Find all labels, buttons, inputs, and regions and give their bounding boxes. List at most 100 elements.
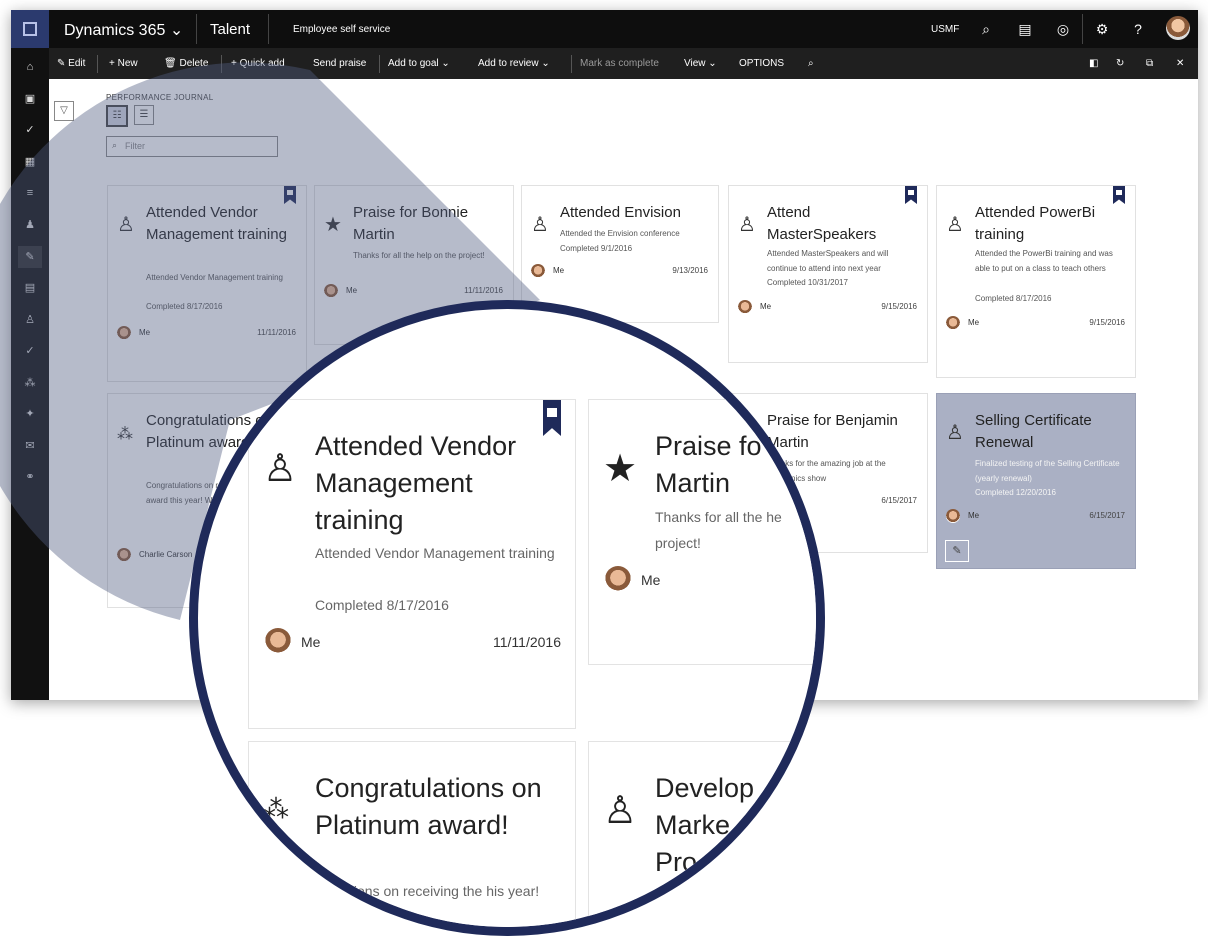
message-icon[interactable]: ▤ <box>1016 20 1034 38</box>
card-description: Thanks for all the help on the project! <box>353 251 485 260</box>
user-avatar[interactable] <box>1166 16 1190 40</box>
edit-pencil-icon[interactable]: ✎ <box>945 540 969 562</box>
close-icon[interactable]: ✕ <box>1176 58 1184 69</box>
app-brand[interactable]: Dynamics 365 ⌄ <box>64 20 183 40</box>
approve-icon[interactable]: ✓ <box>23 344 37 358</box>
list-icon[interactable]: ≡ <box>23 186 37 200</box>
star-icon: ★ <box>324 214 342 236</box>
journal-card[interactable]: ♙ Attended Vendor Management training At… <box>107 185 307 382</box>
waffle-icon <box>23 22 37 36</box>
card-date: 9/15/2016 <box>1089 318 1125 327</box>
journal-card[interactable]: ♙ Attended PowerBi training Attended the… <box>936 185 1136 378</box>
mail-icon[interactable]: ✉ <box>23 439 37 453</box>
documents-icon[interactable]: ▤ <box>23 281 37 295</box>
person-icon: ♙ <box>738 214 756 236</box>
left-navigation-rail: ⌂ ▣ ✓ ▦ ≡ ♟ ✎ ▤ ♙ ✓ ⁂ ✦ ✉ ⚭ <box>11 48 49 700</box>
nav-divider <box>268 14 269 44</box>
card-author: Me <box>968 511 980 520</box>
favorites-icon[interactable]: ▣ <box>23 92 37 106</box>
top-navigation-bar: Dynamics 365 ⌄ Talent Employee self serv… <box>11 10 1198 48</box>
list-view-button[interactable]: ☰ <box>134 105 154 125</box>
card-title: Attended Vendor Management training <box>146 204 287 243</box>
checkmark-icon[interactable]: ✓ <box>23 123 37 137</box>
add-to-goal-menu[interactable]: Add to goal ⌄ <box>388 58 450 69</box>
page-title: PERFORMANCE JOURNAL <box>106 93 214 102</box>
journal-icon[interactable]: ✎ <box>18 246 42 268</box>
notification-icon[interactable]: ◎ <box>1054 20 1072 38</box>
breadcrumb-section[interactable]: Employee self service <box>293 24 390 35</box>
action-divider <box>379 55 380 73</box>
edit-button[interactable]: ✎ Edit <box>57 58 85 69</box>
card-description: Finalized testing of the Selling Certifi… <box>975 459 1120 483</box>
zoomed-card-description: Thanks for all the he project! <box>655 509 782 551</box>
card-description: Attended MasterSpeakers and will continu… <box>767 249 889 273</box>
refresh-icon[interactable]: ↻ <box>1116 58 1124 69</box>
avatar <box>265 628 291 654</box>
card-completed: Completed 10/31/2017 <box>767 278 848 287</box>
card-date: 6/15/2017 <box>1089 511 1125 520</box>
zoomed-card-completed: Completed 8/17/2016 <box>315 597 449 613</box>
popout-icon[interactable]: ⧉ <box>1146 58 1153 69</box>
send-praise-button[interactable]: Send praise <box>313 58 366 69</box>
add-to-review-menu[interactable]: Add to review ⌄ <box>478 58 550 69</box>
avatar <box>946 509 960 523</box>
app-launcher-button[interactable] <box>11 10 49 48</box>
journal-card-selected[interactable]: ♙ Selling Certificate Renewal Finalized … <box>936 393 1136 569</box>
card-date: 11/11/2016 <box>257 328 296 337</box>
new-button[interactable]: + New <box>109 58 138 69</box>
tile-view-button[interactable]: ☷ <box>106 105 128 127</box>
card-description: Attended the Envision conference <box>560 229 680 238</box>
card-author: Me <box>553 266 565 275</box>
quick-add-button[interactable]: + Quick add <box>231 58 285 69</box>
home-icon[interactable]: ⌂ <box>23 60 37 74</box>
card-completed: Completed 12/20/2016 <box>975 488 1056 497</box>
action-divider <box>221 55 222 73</box>
card-completed: Completed 9/1/2016 <box>560 244 633 253</box>
card-title: Attend MasterSpeakers <box>767 204 877 243</box>
office-icon[interactable]: ◧ <box>1089 58 1098 69</box>
zoomed-card[interactable]: ⁂ Congratulations on Platinum award! rat… <box>248 741 576 927</box>
gear-icon[interactable]: ⚙ <box>1093 20 1111 38</box>
card-author: Charlie Carson <box>139 550 193 559</box>
help-icon[interactable]: ? <box>1129 20 1147 38</box>
people-icon[interactable]: ♟ <box>23 218 37 232</box>
journal-card[interactable]: ♙ Attend MasterSpeakers Attended MasterS… <box>728 185 928 363</box>
search-icon[interactable]: ⌕ <box>808 58 814 69</box>
filter-input[interactable]: ⌕ Filter <box>106 136 278 157</box>
org-chart-icon[interactable]: ⁂ <box>23 376 37 390</box>
avatar <box>324 284 338 298</box>
person-icon: ♙ <box>946 422 964 444</box>
zoomed-card[interactable]: ♙ Develop Marke Pro <box>588 741 816 927</box>
delete-button[interactable]: 🗑 Delete <box>164 58 208 69</box>
avatar <box>605 566 631 592</box>
magnifier-lens: ♙ Attended Vendor Management training At… <box>189 300 825 936</box>
zoomed-card-title: Congratulations on Platinum award! <box>315 773 542 840</box>
action-divider <box>97 55 98 73</box>
calendar-icon[interactable]: ▦ <box>23 155 37 169</box>
action-divider <box>571 55 572 73</box>
star-icon: ★ <box>603 448 638 490</box>
link-icon[interactable]: ⚭ <box>23 470 37 484</box>
zoomed-card-description: Attended Vendor Management training <box>315 545 555 561</box>
card-author: Me <box>346 286 358 295</box>
filter-pane-icon[interactable]: ▽ <box>54 101 74 121</box>
card-completed: Completed 8/17/2016 <box>146 302 223 311</box>
options-button[interactable]: OPTIONS <box>739 58 784 69</box>
company-picker[interactable]: USMF <box>931 24 959 35</box>
card-date: 9/13/2016 <box>672 266 708 275</box>
search-icon[interactable]: ⌕ <box>977 20 995 38</box>
mark-complete-button[interactable]: Mark as complete <box>580 58 659 69</box>
zoomed-card-title: Praise fo Martin <box>655 431 762 498</box>
module-name[interactable]: Talent <box>210 21 250 38</box>
zoomed-card-title: Develop Marke Pro <box>655 773 755 877</box>
nav-divider <box>196 14 197 44</box>
zoomed-card[interactable]: ★ Praise fo Martin Thanks for all the he… <box>588 399 816 665</box>
card-completed: Completed 8/17/2016 <box>975 294 1052 303</box>
person-icon: ♙ <box>117 214 135 236</box>
skills-icon[interactable]: ✦ <box>23 407 37 421</box>
card-author: Me <box>139 328 151 337</box>
zoomed-card[interactable]: ♙ Attended Vendor Management training At… <box>248 399 576 729</box>
zoomed-card-title: Attended Vendor Management training <box>315 431 517 535</box>
person-search-icon[interactable]: ♙ <box>23 313 37 327</box>
view-menu[interactable]: View ⌄ <box>684 58 717 69</box>
